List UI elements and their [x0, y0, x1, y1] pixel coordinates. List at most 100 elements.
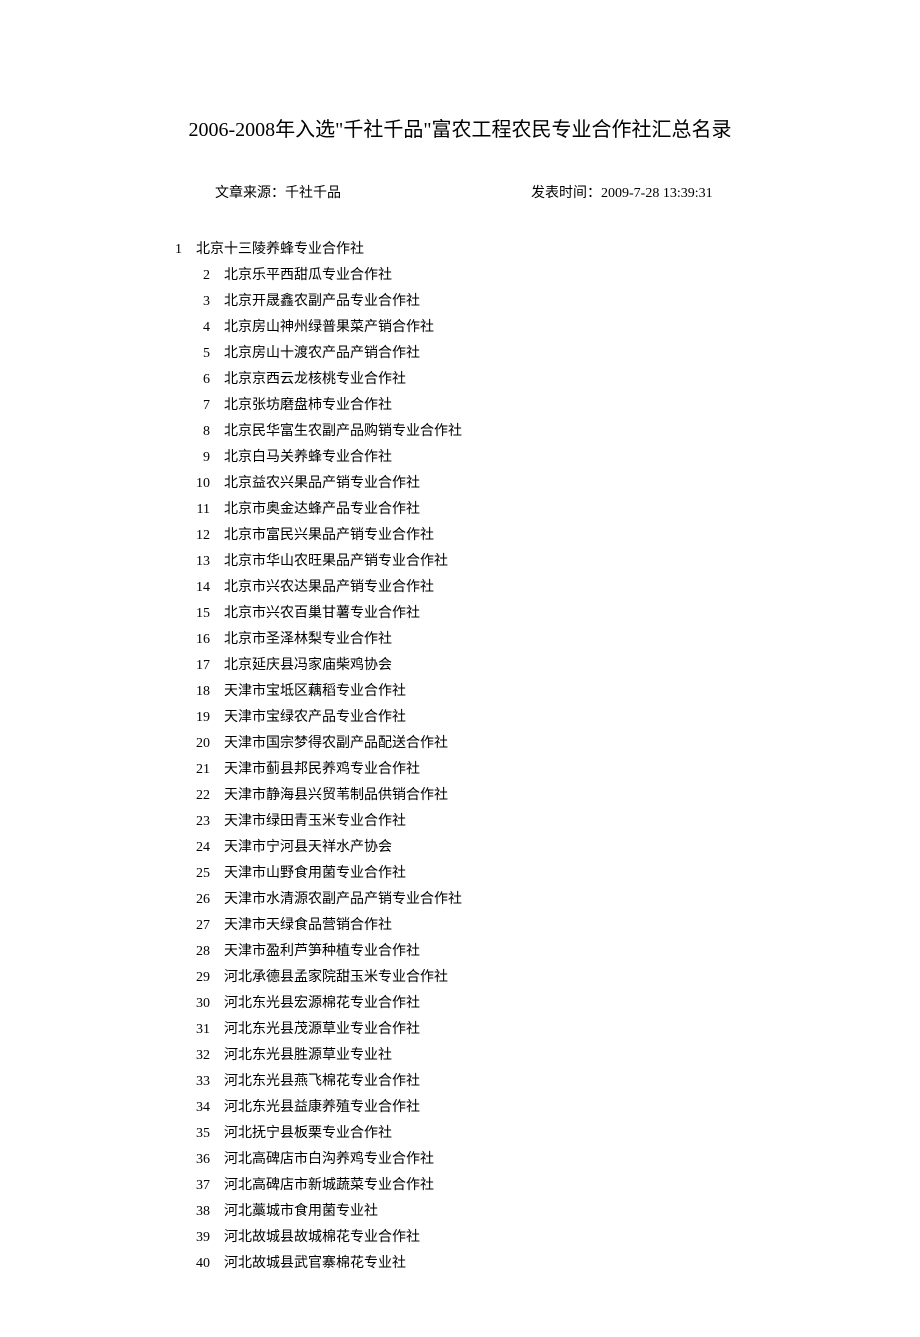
item-number: 20: [178, 731, 210, 757]
meta-row: 文章来源：千社千品 发表时间：2009-7-28 13:39:31: [120, 182, 800, 202]
list-item: 36河北高碑店市白沟养鸡专业合作社: [150, 1147, 800, 1173]
item-number: 26: [178, 887, 210, 913]
item-number: 27: [178, 913, 210, 939]
article-source: 文章来源：千社千品: [215, 182, 341, 202]
list-item: 26天津市水清源农副产品产销专业合作社: [150, 887, 800, 913]
item-number: 8: [178, 419, 210, 445]
item-number: 25: [178, 861, 210, 887]
item-name: 天津市蓟县邦民养鸡专业合作社: [210, 757, 420, 783]
item-name: 天津市宝绿农产品专业合作社: [210, 705, 406, 731]
page-title: 2006-2008年入选"千社千品"富农工程农民专业合作社汇总名录: [120, 113, 800, 142]
item-name: 北京市兴农达果品产销专业合作社: [210, 575, 434, 601]
item-number: 19: [178, 705, 210, 731]
list-item: 35河北抚宁县板栗专业合作社: [150, 1121, 800, 1147]
item-name: 河北东光县益康养殖专业合作社: [210, 1095, 420, 1121]
item-number: 36: [178, 1147, 210, 1173]
list-item: 32河北东光县胜源草业专业社: [150, 1043, 800, 1069]
item-number: 33: [178, 1069, 210, 1095]
item-number: 28: [178, 939, 210, 965]
list-item: 30河北东光县宏源棉花专业合作社: [150, 991, 800, 1017]
item-name: 北京白马关养蜂专业合作社: [210, 445, 392, 471]
item-number: 39: [178, 1225, 210, 1251]
item-number: 18: [178, 679, 210, 705]
publish-time: 发表时间：2009-7-28 13:39:31: [531, 182, 713, 202]
cooperative-list: 1北京十三陵养蜂专业合作社2北京乐平西甜瓜专业合作社3北京开晟鑫农副产品专业合作…: [120, 237, 800, 1277]
list-item: 17北京延庆县冯家庙柴鸡协会: [150, 653, 800, 679]
item-name: 北京民华富生农副产品购销专业合作社: [210, 419, 462, 445]
item-name: 天津市山野食用菌专业合作社: [210, 861, 406, 887]
list-item: 8北京民华富生农副产品购销专业合作社: [150, 419, 800, 445]
item-number: 4: [178, 315, 210, 341]
item-name: 天津市静海县兴贸苇制品供销合作社: [210, 783, 448, 809]
item-number: 35: [178, 1121, 210, 1147]
item-name: 北京张坊磨盘柿专业合作社: [210, 393, 392, 419]
item-name: 北京京西云龙核桃专业合作社: [210, 367, 406, 393]
item-number: 38: [178, 1199, 210, 1225]
item-number: 9: [178, 445, 210, 471]
item-number: 11: [178, 497, 210, 523]
item-name: 北京乐平西甜瓜专业合作社: [210, 263, 392, 289]
list-item: 1北京十三陵养蜂专业合作社: [150, 237, 800, 263]
list-item: 6北京京西云龙核桃专业合作社: [150, 367, 800, 393]
list-item: 5北京房山十渡农产品产销合作社: [150, 341, 800, 367]
item-name: 天津市宝坻区藕稻专业合作社: [210, 679, 406, 705]
list-item: 12北京市富民兴果品产销专业合作社: [150, 523, 800, 549]
list-item: 20天津市国宗梦得农副产品配送合作社: [150, 731, 800, 757]
item-number: 17: [178, 653, 210, 679]
item-number: 14: [178, 575, 210, 601]
item-number: 24: [178, 835, 210, 861]
item-name: 河北高碑店市新城蔬菜专业合作社: [210, 1173, 434, 1199]
item-number: 1: [150, 237, 182, 263]
list-item: 37河北高碑店市新城蔬菜专业合作社: [150, 1173, 800, 1199]
item-number: 31: [178, 1017, 210, 1043]
list-item: 18天津市宝坻区藕稻专业合作社: [150, 679, 800, 705]
item-number: 29: [178, 965, 210, 991]
item-name: 河北藁城市食用菌专业社: [210, 1199, 378, 1225]
item-number: 32: [178, 1043, 210, 1069]
item-number: 6: [178, 367, 210, 393]
list-item: 39河北故城县故城棉花专业合作社: [150, 1225, 800, 1251]
list-item: 27天津市天绿食品营销合作社: [150, 913, 800, 939]
item-number: 5: [178, 341, 210, 367]
list-item: 10北京益农兴果品产销专业合作社: [150, 471, 800, 497]
item-name: 北京市奥金达蜂产品专业合作社: [210, 497, 420, 523]
item-number: 15: [178, 601, 210, 627]
item-name: 河北东光县胜源草业专业社: [210, 1043, 392, 1069]
list-item: 3北京开晟鑫农副产品专业合作社: [150, 289, 800, 315]
item-number: 3: [178, 289, 210, 315]
item-name: 北京市圣泽林梨专业合作社: [210, 627, 392, 653]
item-name: 河北抚宁县板栗专业合作社: [210, 1121, 392, 1147]
item-name: 河北故城县武官寨棉花专业社: [210, 1251, 406, 1277]
list-item: 29河北承德县孟家院甜玉米专业合作社: [150, 965, 800, 991]
list-item: 34河北东光县益康养殖专业合作社: [150, 1095, 800, 1121]
item-name: 天津市水清源农副产品产销专业合作社: [210, 887, 462, 913]
item-name: 北京房山神州绿普果菜产销合作社: [210, 315, 434, 341]
item-number: 2: [178, 263, 210, 289]
item-name: 天津市盈利芦笋种植专业合作社: [210, 939, 420, 965]
item-name: 河北承德县孟家院甜玉米专业合作社: [210, 965, 448, 991]
item-number: 34: [178, 1095, 210, 1121]
list-item: 23天津市绿田青玉米专业合作社: [150, 809, 800, 835]
list-item: 2北京乐平西甜瓜专业合作社: [150, 263, 800, 289]
list-item: 24天津市宁河县天祥水产协会: [150, 835, 800, 861]
item-name: 北京房山十渡农产品产销合作社: [210, 341, 420, 367]
item-name: 天津市天绿食品营销合作社: [210, 913, 392, 939]
item-number: 40: [178, 1251, 210, 1277]
list-item: 22天津市静海县兴贸苇制品供销合作社: [150, 783, 800, 809]
item-number: 23: [178, 809, 210, 835]
list-item: 33河北东光县燕飞棉花专业合作社: [150, 1069, 800, 1095]
list-item: 31河北东光县茂源草业专业合作社: [150, 1017, 800, 1043]
item-number: 7: [178, 393, 210, 419]
item-name: 北京市富民兴果品产销专业合作社: [210, 523, 434, 549]
list-item: 15北京市兴农百巢甘薯专业合作社: [150, 601, 800, 627]
item-number: 22: [178, 783, 210, 809]
list-item: 25天津市山野食用菌专业合作社: [150, 861, 800, 887]
item-name: 天津市国宗梦得农副产品配送合作社: [210, 731, 448, 757]
item-name: 北京十三陵养蜂专业合作社: [182, 237, 364, 263]
item-name: 天津市宁河县天祥水产协会: [210, 835, 392, 861]
list-item: 19天津市宝绿农产品专业合作社: [150, 705, 800, 731]
item-name: 河北东光县茂源草业专业合作社: [210, 1017, 420, 1043]
item-number: 21: [178, 757, 210, 783]
list-item: 16北京市圣泽林梨专业合作社: [150, 627, 800, 653]
item-number: 37: [178, 1173, 210, 1199]
